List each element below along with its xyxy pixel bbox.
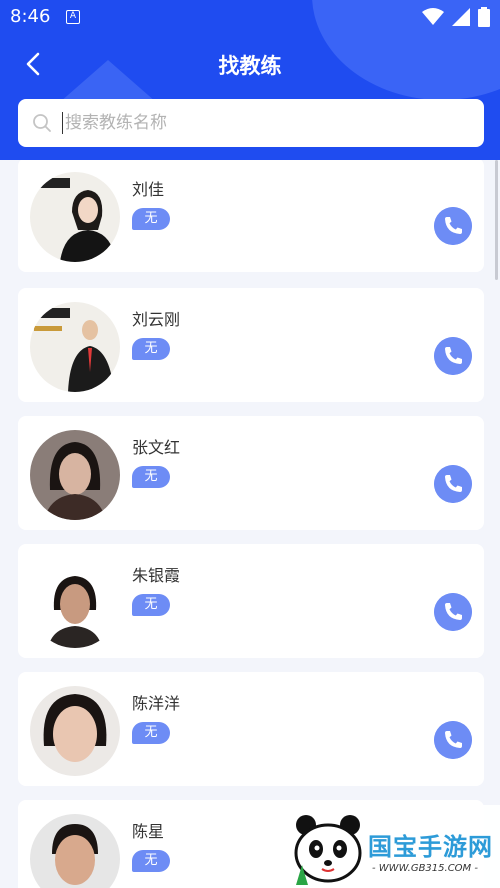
coach-avatar <box>30 430 120 520</box>
header: 8:46 A 找教练 <box>0 0 500 160</box>
signal-icon <box>452 8 470 26</box>
coach-badge: 无 <box>132 850 170 872</box>
phone-call-button[interactable] <box>434 593 472 631</box>
phone-call-button[interactable] <box>434 465 472 503</box>
search-icon <box>33 114 51 132</box>
status-bar: 8:46 A <box>0 0 500 34</box>
coach-avatar <box>30 814 120 888</box>
phone-call-button[interactable] <box>434 207 472 245</box>
coach-card[interactable]: 朱银霞 无 <box>18 544 484 658</box>
coach-badge: 无 <box>132 466 170 488</box>
coach-name: 朱银霞 <box>132 566 181 585</box>
coach-card[interactable]: 张文红 无 <box>18 416 484 530</box>
page-title: 找教练 <box>218 54 282 78</box>
coach-badge: 无 <box>132 594 170 616</box>
scrollbar[interactable] <box>495 160 498 280</box>
wifi-icon <box>422 8 444 25</box>
coach-card[interactable]: 刘云刚 无 <box>18 288 484 402</box>
coach-badge: 无 <box>132 338 170 360</box>
coach-card[interactable]: 陈洋洋 无 <box>18 672 484 786</box>
search-input[interactable] <box>62 112 442 134</box>
phone-call-button[interactable] <box>434 721 472 759</box>
coach-avatar <box>30 172 120 262</box>
coach-name: 刘云刚 <box>132 310 181 329</box>
coach-badge: 无 <box>132 208 170 230</box>
battery-icon <box>478 7 490 27</box>
coach-name: 陈洋洋 <box>132 694 181 713</box>
status-time: 8:46 <box>10 6 51 27</box>
watermark-url: - WWW.GB315.COM - <box>372 863 478 874</box>
status-icons <box>422 7 490 27</box>
a-notification-icon: A <box>66 10 80 24</box>
phone-call-button[interactable] <box>434 337 472 375</box>
search-bar[interactable] <box>18 99 484 147</box>
watermark: 国宝手游网 - WWW.GB315.COM - <box>276 805 500 888</box>
coach-name: 刘佳 <box>132 180 165 199</box>
coach-badge: 无 <box>132 722 170 744</box>
coach-list[interactable]: 刘佳 无 刘云刚 无 张文红 无 朱银霞 无 陈洋洋 无 陈星 无 <box>0 160 500 888</box>
coach-name: 张文红 <box>132 438 181 457</box>
coach-avatar <box>30 558 120 648</box>
watermark-brand: 国宝手游网 <box>368 833 493 861</box>
panda-logo-icon <box>294 815 362 885</box>
coach-avatar <box>30 302 120 392</box>
coach-name: 陈星 <box>132 822 165 841</box>
coach-card[interactable]: 刘佳 无 <box>18 160 484 272</box>
coach-avatar <box>30 686 120 776</box>
